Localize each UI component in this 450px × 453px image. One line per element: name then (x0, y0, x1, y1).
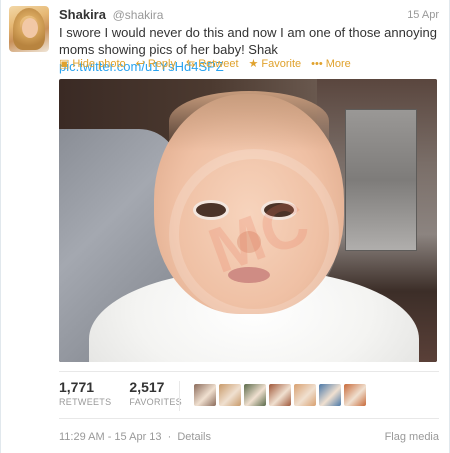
tweet-body: I swore I would never do this and now I … (59, 25, 437, 57)
favoriter-avatar[interactable] (194, 384, 216, 406)
hide-photo-label: Hide photo (72, 58, 126, 70)
avatar[interactable] (9, 6, 49, 52)
retweets-label: RETWEETS (59, 397, 112, 407)
favorite-button[interactable]: ★ Favorite (249, 57, 302, 71)
author-name[interactable]: Shakira (59, 7, 106, 22)
photo-oven (345, 109, 417, 251)
favoriter-avatar[interactable] (219, 384, 241, 406)
favoriter-avatar[interactable] (269, 384, 291, 406)
tweet-timestamp[interactable]: 11:29 AM - 15 Apr 13 (59, 431, 162, 443)
photo-icon: ▣ (59, 58, 70, 70)
flag-media-link[interactable]: Flag media (385, 430, 439, 444)
reply-icon: ↩ (135, 58, 145, 70)
tweet-photo[interactable]: MC (59, 79, 437, 362)
footer-separator: · (167, 431, 172, 443)
hide-photo-button[interactable]: ▣ Hide photo (59, 57, 126, 71)
favorite-label: Favorite (261, 58, 302, 70)
stats-separator (179, 381, 180, 411)
ellipsis-icon: ••• (311, 58, 323, 70)
favoriter-avatar[interactable] (294, 384, 316, 406)
favoriter-avatar[interactable] (344, 384, 366, 406)
author-handle[interactable]: @shakira (113, 8, 164, 22)
favoriter-avatars (194, 384, 366, 406)
reply-label: Reply (147, 58, 176, 70)
more-label: More (325, 58, 351, 70)
tweet-header: Shakira @shakira 15 Apr (59, 6, 439, 24)
retweets-stat[interactable]: 1,771 RETWEETS (59, 379, 111, 413)
tweet-footer: 11:29 AM - 15 Apr 13 · Details Flag medi… (59, 430, 439, 444)
tweet-actions: ▣ Hide photo ↩ Reply ⇆ Retweet ★ Favorit… (59, 57, 351, 71)
retweets-count: 1,771 (59, 379, 95, 395)
stats-divider-top (59, 371, 439, 372)
tweet-stats: 1,771 RETWEETS 2,517 FAVORITES (59, 379, 182, 413)
reply-button[interactable]: ↩ Reply (136, 57, 176, 71)
more-button[interactable]: ••• More (311, 57, 351, 71)
retweet-icon: ⇆ (185, 58, 196, 70)
favorites-count: 2,517 (129, 379, 165, 395)
retweet-label: Retweet (198, 58, 239, 70)
stats-divider-bottom (59, 418, 439, 419)
favorites-label: FAVORITES (129, 397, 182, 407)
star-icon: ★ (248, 58, 259, 70)
retweet-button[interactable]: ⇆ Retweet (186, 57, 239, 71)
tweet-date[interactable]: 15 Apr (407, 6, 439, 24)
tweet-card: Shakira @shakira 15 Apr I swore I would … (0, 0, 450, 453)
photo-baby-hair (169, 91, 329, 151)
favorites-stat[interactable]: 2,517 FAVORITES (129, 379, 182, 413)
favoriter-avatar[interactable] (244, 384, 266, 406)
favoriter-avatar[interactable] (319, 384, 341, 406)
details-link[interactable]: Details (177, 431, 211, 443)
avatar-face (22, 18, 38, 38)
